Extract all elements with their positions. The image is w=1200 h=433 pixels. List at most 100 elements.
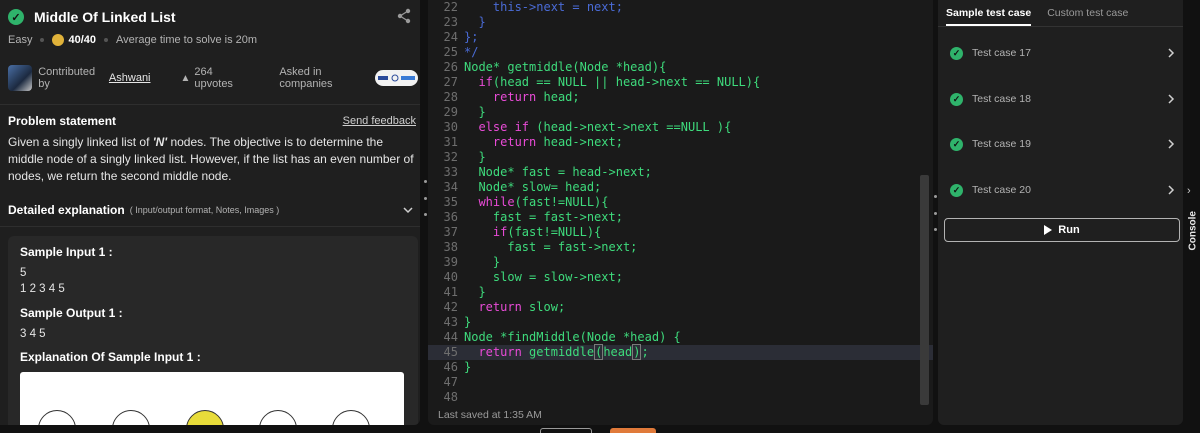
test-case-label: Test case 18 bbox=[972, 93, 1031, 105]
passed-check-icon: ✓ bbox=[950, 92, 963, 106]
share-icon[interactable] bbox=[396, 8, 412, 24]
passed-check-icon: ✓ bbox=[950, 137, 963, 151]
right-resize-handle[interactable] bbox=[933, 195, 937, 231]
asked-in-label: Asked in companies bbox=[279, 66, 333, 90]
test-case-panel: Sample test case Custom test case ✓ Test… bbox=[938, 0, 1183, 425]
code-line: 36 fast = fast->next; bbox=[428, 210, 933, 225]
code-line: 43} bbox=[428, 315, 933, 330]
test-case-tabs: Sample test case Custom test case bbox=[946, 0, 1144, 26]
editor-scrollbar[interactable] bbox=[920, 175, 929, 405]
line-number: 37 bbox=[443, 225, 458, 239]
code-editor[interactable]: 22 this->next = next; 23 } 24}; 25 */ 26 N… bbox=[428, 0, 933, 425]
code-line: 47 bbox=[428, 375, 933, 390]
code-line: 26 Node* getmiddle(Node *head){ bbox=[428, 60, 933, 75]
code-line: 29 } bbox=[428, 105, 933, 120]
test-case-item[interactable]: ✓ Test case 20 bbox=[950, 180, 1178, 200]
code-line: 22 this->next = next; bbox=[428, 0, 933, 15]
list-node-image bbox=[259, 410, 297, 425]
problem-statement-title: Problem statement bbox=[8, 114, 117, 128]
code-line: 40 slow = slow->next; bbox=[428, 270, 933, 285]
line-number: 26 bbox=[443, 60, 458, 74]
last-saved-label: Last saved at 1:35 AM bbox=[438, 409, 542, 421]
code-line: 30 else if (head->next->next ==NULL ){ bbox=[428, 120, 933, 135]
run-label: Run bbox=[1058, 224, 1080, 236]
chevron-right-icon bbox=[1168, 48, 1175, 58]
line-number: 23 bbox=[443, 15, 458, 29]
company-logos[interactable] bbox=[375, 70, 418, 86]
chevron-right-icon bbox=[1168, 139, 1175, 149]
detailed-explanation-toggle[interactable]: Detailed explanation ( Input/output form… bbox=[8, 203, 416, 217]
problem-statement-text: Given a singly linked list of 'N' nodes.… bbox=[8, 134, 418, 185]
sample-box: Sample Input 1 : 5 1 2 3 4 5 Sample Outp… bbox=[8, 236, 418, 425]
line-number: 35 bbox=[443, 195, 458, 209]
bottom-submit-button[interactable] bbox=[610, 428, 656, 433]
divider bbox=[0, 104, 420, 105]
avg-time-label: Average time to solve is 20m bbox=[116, 34, 258, 46]
sample-input-line: 5 bbox=[20, 267, 27, 279]
upvote-arrow-icon: ▲ bbox=[180, 72, 191, 84]
line-number: 33 bbox=[443, 165, 458, 179]
left-resize-handle[interactable] bbox=[423, 180, 427, 216]
line-number: 22 bbox=[443, 0, 458, 14]
code-line: 37 if(fast!=NULL){ bbox=[428, 225, 933, 240]
run-button[interactable]: Run bbox=[944, 218, 1180, 242]
line-number: 39 bbox=[443, 255, 458, 269]
passed-check-icon: ✓ bbox=[950, 183, 963, 197]
separator-dot bbox=[40, 38, 45, 42]
code-line: 48 bbox=[428, 390, 933, 405]
title-row: ✓ Middle Of Linked List bbox=[8, 7, 418, 27]
detailed-explanation-title: Detailed explanation bbox=[8, 203, 125, 217]
solved-check-icon: ✓ bbox=[8, 9, 24, 25]
code-line: 46} bbox=[428, 360, 933, 375]
test-case-item[interactable]: ✓ Test case 17 bbox=[950, 43, 1178, 63]
problem-statement-header: Problem statement Send feedback bbox=[8, 114, 416, 128]
console-label: Console bbox=[1187, 211, 1199, 251]
send-feedback-link[interactable]: Send feedback bbox=[343, 115, 416, 127]
chevron-right-icon bbox=[1168, 94, 1175, 104]
statement-emphasis: 'N' bbox=[152, 135, 168, 149]
code-line-current: 45 return getmiddle(head); bbox=[428, 344, 933, 360]
code-line: 34 Node* slow= head; bbox=[428, 180, 933, 195]
test-case-label: Test case 17 bbox=[972, 47, 1031, 59]
line-number: 48 bbox=[443, 390, 458, 404]
tab-custom-test-case[interactable]: Custom test case bbox=[1047, 0, 1128, 26]
line-number: 31 bbox=[443, 135, 458, 149]
code-line: 25 */ bbox=[428, 45, 933, 60]
explanation-label: Explanation Of Sample Input 1 : bbox=[20, 350, 201, 364]
line-number: 29 bbox=[443, 105, 458, 119]
passed-check-icon: ✓ bbox=[950, 46, 963, 60]
test-case-label: Test case 19 bbox=[972, 138, 1031, 150]
contributor-link[interactable]: Ashwani bbox=[109, 72, 151, 84]
line-number: 45 bbox=[443, 345, 458, 359]
contributor-avatar bbox=[8, 65, 33, 91]
code-line: 24}; bbox=[428, 30, 933, 45]
code-line: 31 return head->next; bbox=[428, 135, 933, 150]
coin-icon bbox=[52, 34, 65, 46]
tab-sample-test-case[interactable]: Sample test case bbox=[946, 0, 1032, 26]
code-line: 41 } bbox=[428, 285, 933, 300]
test-case-item[interactable]: ✓ Test case 19 bbox=[950, 134, 1178, 154]
code-line: 38 fast = fast->next; bbox=[428, 240, 933, 255]
code-line: 32 } bbox=[428, 150, 933, 165]
statement-text: Given a singly linked list of bbox=[8, 135, 153, 149]
line-number: 42 bbox=[443, 300, 458, 314]
line-number: 40 bbox=[443, 270, 458, 284]
problem-title: Middle Of Linked List bbox=[34, 9, 176, 25]
code-line: 39 } bbox=[428, 255, 933, 270]
line-number: 27 bbox=[443, 75, 458, 89]
console-toggle[interactable]: › Console bbox=[1183, 0, 1200, 433]
bottom-button[interactable] bbox=[540, 428, 592, 433]
upvotes[interactable]: ▲ 264 upvotes bbox=[181, 66, 250, 90]
line-number: 43 bbox=[443, 315, 458, 329]
line-number: 46 bbox=[443, 360, 458, 374]
chevron-right-icon: › bbox=[1187, 185, 1191, 197]
line-number: 36 bbox=[443, 210, 458, 224]
sample-output-value: 3 4 5 bbox=[20, 328, 46, 340]
explanation-image bbox=[20, 372, 404, 425]
line-number: 24 bbox=[443, 30, 458, 44]
play-icon bbox=[1044, 225, 1053, 235]
tabs-divider bbox=[938, 26, 1183, 27]
test-case-item[interactable]: ✓ Test case 18 bbox=[950, 89, 1178, 109]
company-logo-icon bbox=[377, 74, 415, 82]
line-number: 30 bbox=[443, 120, 458, 134]
